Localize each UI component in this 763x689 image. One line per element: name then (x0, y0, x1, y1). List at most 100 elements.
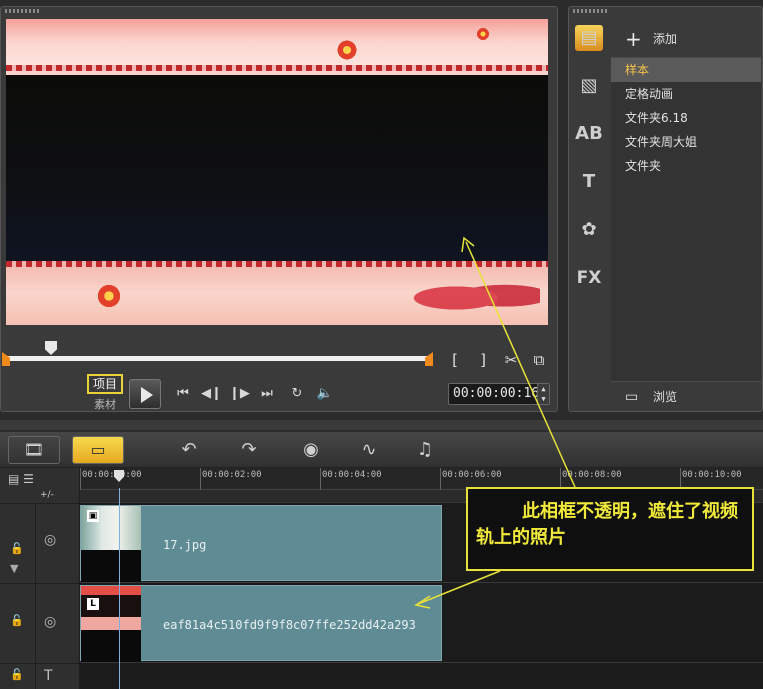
timecode-spinner[interactable]: ▲ ▼ (537, 384, 549, 404)
browse-label[interactable]: 浏览 (653, 382, 677, 412)
graphics-icon[interactable]: ✿ (575, 217, 603, 243)
ruler-tick (440, 468, 441, 490)
add-remove-track-button[interactable]: +/- (40, 490, 54, 500)
go-to-start-icon[interactable]: ⏮ (173, 385, 193, 403)
flower-decoration (96, 283, 122, 309)
timeline-divider[interactable] (0, 420, 763, 430)
timeline-view-button[interactable]: ▭ (72, 436, 124, 464)
library-folder-item[interactable]: 文件夹周大姐 (611, 130, 761, 154)
library-category-bar: ▤ ▧ AB T ✿ FX (569, 7, 609, 411)
previous-frame-icon[interactable]: ◀❙ (201, 385, 222, 403)
timecode-value: 00:00:00:16 (453, 386, 540, 401)
clip-thumbnail-strip (81, 630, 141, 662)
image-badge-icon: L (87, 598, 99, 610)
track-manager-icon[interactable]: ▤ ☰ (8, 472, 68, 488)
expand-icon[interactable]: ▼ (10, 562, 18, 575)
decorative-calligraphy (400, 275, 540, 321)
frame-transparent-area (6, 75, 548, 261)
track-header-left: 🔓 ▼ (0, 504, 36, 583)
lock-icon[interactable]: 🔓 (10, 614, 24, 627)
title-track[interactable] (80, 662, 763, 689)
timeline-cursor-line (119, 488, 120, 689)
next-frame-icon[interactable]: ❙▶ (229, 385, 250, 403)
audio-mixer-icon[interactable]: ∿ (356, 438, 382, 462)
timeline-toolbar: 🎞 ▭ ↶ ↷ ◉ ∿ ♫ (0, 432, 763, 468)
mode-project[interactable]: 项目 (87, 374, 123, 394)
library-folder-list: 样本 定格动画 文件夹6.18 文件夹周大姐 文件夹 (611, 57, 761, 381)
clip-label: eaf81a4c510fd9f9f8c07ffe252dd42a293 (163, 618, 416, 632)
video-track-icon[interactable]: ◎ (44, 614, 74, 634)
clip-label: 17.jpg (163, 538, 207, 552)
auto-music-icon[interactable]: ♫ (412, 438, 438, 462)
library-add-row[interactable]: + 添加 (611, 25, 761, 53)
add-icon[interactable]: + (625, 25, 642, 53)
library-folder-item[interactable]: 文件夹6.18 (611, 106, 761, 130)
preview-viewer (6, 19, 548, 325)
media-icon[interactable]: ▤ (575, 25, 603, 51)
mark-out-button[interactable]: ] (475, 351, 491, 369)
video-track[interactable]: L eaf81a4c510fd9f9f8c07ffe252dd42a293 (80, 582, 763, 662)
redo-icon[interactable]: ↷ (236, 438, 262, 462)
repeat-icon[interactable]: ↻ (287, 385, 307, 403)
lock-icon[interactable]: 🔓 (10, 542, 24, 555)
library-folder-item[interactable]: 样本 (611, 58, 761, 82)
panel-grip[interactable] (5, 9, 41, 13)
ruler-label: 00:00:00:00 (82, 470, 142, 480)
preview-playhead[interactable] (45, 341, 57, 355)
mark-in-button[interactable]: [ (447, 351, 463, 369)
add-label[interactable]: 添加 (653, 25, 677, 53)
overlay-clip[interactable]: ▣ 17.jpg (80, 505, 442, 582)
annotation-callout: 此相框不透明，遮住了视频轨上的照片 (466, 487, 754, 571)
ruler-label: 00:00:10:00 (682, 470, 742, 480)
image-badge-icon: ▣ (87, 510, 99, 522)
annotation-text: 此相框不透明，遮住了视频轨上的照片 (476, 501, 738, 548)
clip-thumbnail-strip (81, 550, 141, 582)
track-header-left: 🔓 (0, 584, 36, 663)
fx-icon[interactable]: FX (575, 265, 603, 291)
browse-icon[interactable]: ▭ (625, 388, 647, 406)
ruler-label: 00:00:02:00 (202, 470, 262, 480)
track-headers: ▤ ☰ +/- 🔓 ▼ ◎ 🔓 ◎ 🔓 T (0, 468, 80, 689)
title-track-icon[interactable]: T (44, 668, 74, 688)
text-t-icon[interactable]: T (575, 169, 603, 195)
transition-icon[interactable]: ▧ (575, 73, 603, 99)
overlay-track-header: 🔓 ▼ ◎ (0, 503, 80, 583)
title-track-header: 🔓 T (0, 663, 80, 689)
track-header-left: 🔓 (0, 664, 36, 689)
ruler-tick (80, 468, 81, 490)
title-ab-icon[interactable]: AB (575, 121, 603, 147)
ruler-tick (320, 468, 321, 490)
flower-decoration (476, 27, 490, 41)
library-browse-row[interactable]: ▭ 浏览 (611, 381, 761, 411)
project-clip-toggle[interactable]: 项目 素材 (87, 374, 123, 412)
video-track-header: 🔓 ◎ (0, 583, 80, 663)
overlay-track-icon[interactable]: ◎ (44, 532, 74, 552)
ruler-tick (200, 468, 201, 490)
lock-icon[interactable]: 🔓 (10, 668, 24, 681)
record-capture-icon[interactable]: ◉ (298, 438, 324, 462)
preview-scrubber[interactable] (6, 356, 431, 361)
mode-clip[interactable]: 素材 (87, 396, 123, 412)
ruler-label: 00:00:08:00 (562, 470, 622, 480)
timeline-playhead[interactable] (114, 470, 124, 482)
ruler-label: 00:00:06:00 (442, 470, 502, 480)
enlarge-preview-icon[interactable]: ⧉ (531, 351, 547, 369)
flower-decoration (336, 39, 358, 61)
timecode-field[interactable]: 00:00:00:16 ▲ ▼ (448, 383, 550, 405)
trim-end-marker[interactable] (425, 352, 433, 366)
go-to-end-icon[interactable]: ⏭ (257, 385, 277, 403)
preview-panel: [ ] ✂ ⧉ 项目 素材 ⏮ ◀❙ ❙▶ ⏭ ↻ 🔈 00:00:00:16 … (0, 6, 558, 412)
library-folder-item[interactable]: 定格动画 (611, 82, 761, 106)
ruler-label: 00:00:04:00 (322, 470, 382, 480)
storyboard-view-button[interactable]: 🎞 (8, 436, 60, 464)
volume-icon[interactable]: 🔈 (315, 385, 335, 403)
frame-top-border (6, 19, 548, 71)
frame-bottom-border (6, 261, 548, 325)
play-button[interactable] (129, 379, 161, 409)
library-folder-item[interactable]: 文件夹 (611, 154, 761, 178)
split-clip-icon[interactable]: ✂ (503, 351, 519, 369)
video-clip[interactable]: L eaf81a4c510fd9f9f8c07ffe252dd42a293 (80, 585, 442, 662)
trim-start-marker[interactable] (2, 352, 10, 366)
library-panel: ▤ ▧ AB T ✿ FX + 添加 样本 定格动画 文件夹6.18 文件夹周大… (568, 6, 763, 412)
undo-icon[interactable]: ↶ (176, 438, 202, 462)
